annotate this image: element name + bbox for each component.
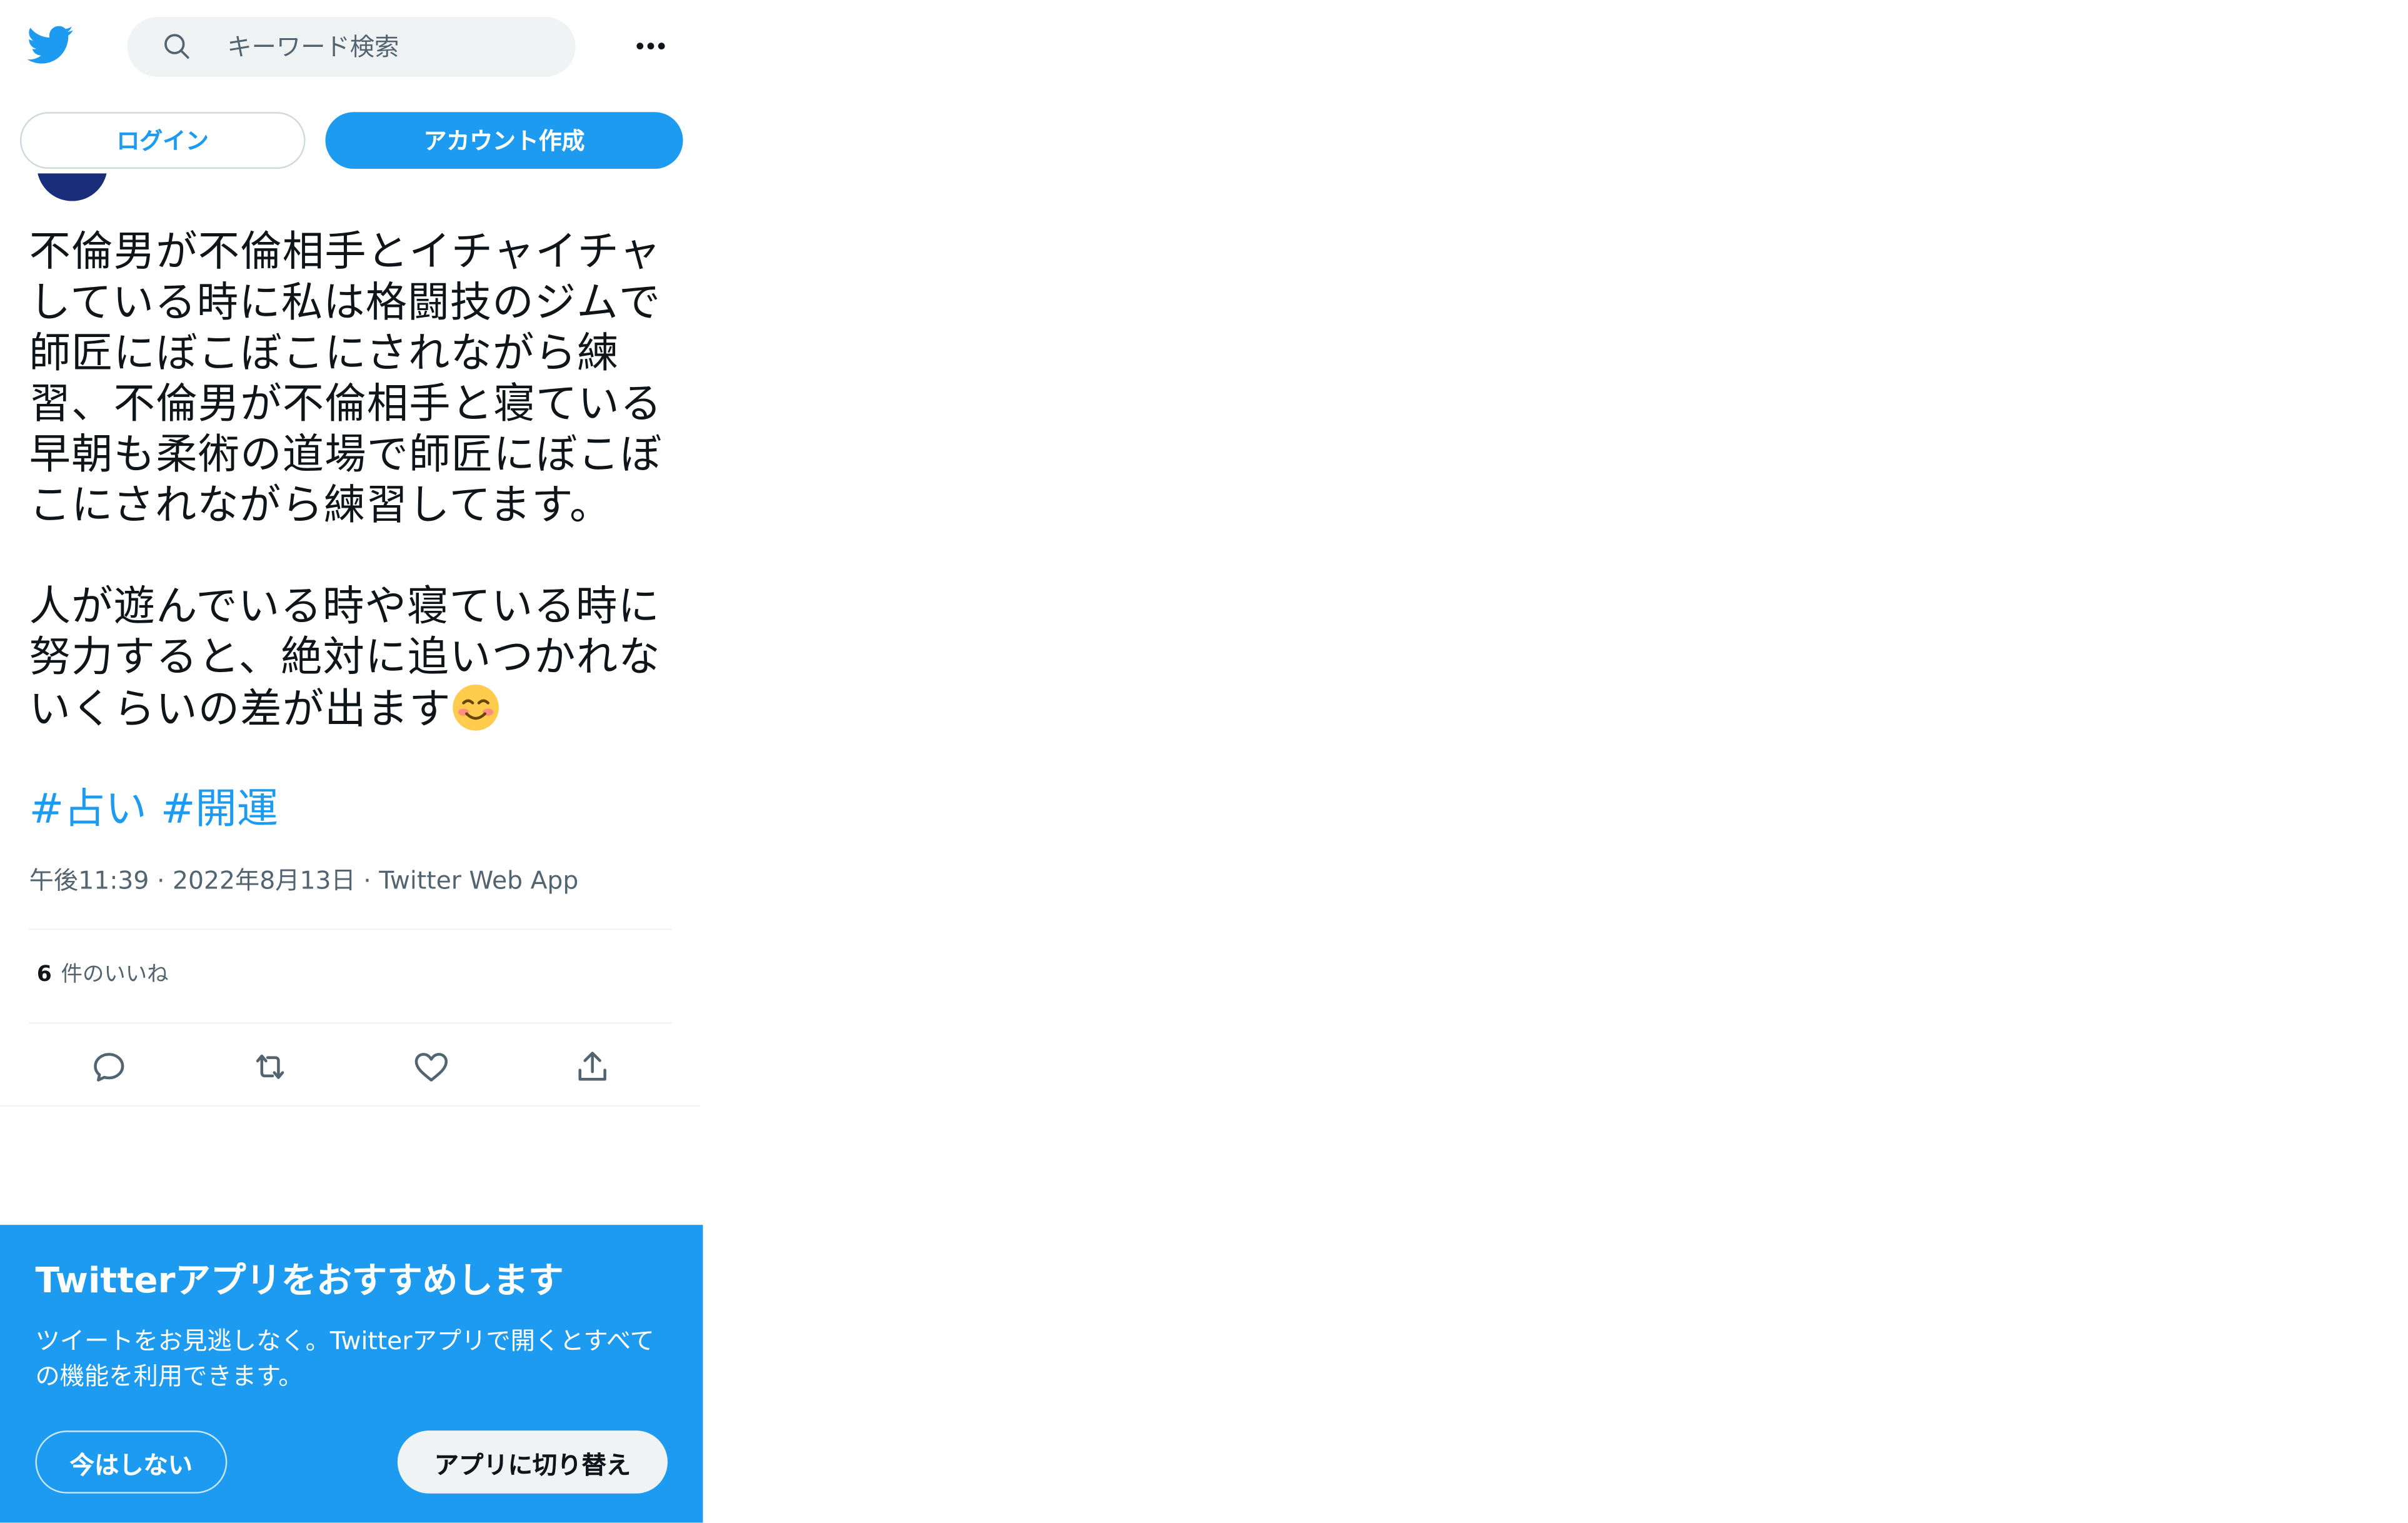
tweet-meta: 午後11:39 · 2022年8月13日 · Twitter Web App: [29, 864, 579, 898]
hashtag-link[interactable]: #開運: [161, 786, 278, 833]
banner-description: ツイートをお見逃しなく。Twitterアプリで開くとすべての機能を利用できます。: [35, 1326, 655, 1391]
divider: [29, 1022, 673, 1024]
tweet-source[interactable]: Twitter Web App: [379, 866, 578, 895]
likes-count[interactable]: 6 件のいいね: [37, 958, 169, 992]
search-icon: [164, 34, 189, 59]
likes-number: 6: [36, 962, 52, 987]
tweet-body: 不倫男が不倫相手とイチャイチャしている時に私は格闘技のジムで師匠にぼこぼこにされ…: [29, 228, 663, 734]
tweet-text: 不倫男が不倫相手とイチャイチャしている時に私は格闘技のジムで師匠にぼこぼこにされ…: [29, 227, 681, 735]
avatar[interactable]: [36, 173, 108, 201]
like-icon[interactable]: [411, 1047, 451, 1087]
smiling-face-emoji-icon: [453, 684, 499, 731]
more-icon[interactable]: [630, 29, 673, 63]
dismiss-button[interactable]: 今はしない: [35, 1430, 228, 1494]
tweet-date[interactable]: 2022年8月13日: [173, 866, 356, 895]
banner-title: Twitterアプリをおすすめします: [35, 1262, 564, 1302]
retweet-icon[interactable]: [250, 1047, 290, 1087]
meta-separator: ·: [363, 865, 371, 895]
app-promo-banner: Twitterアプリをおすすめします ツイートをお見逃しなく。Twitterアプ…: [0, 1225, 703, 1523]
reply-icon[interactable]: [89, 1047, 129, 1087]
switch-to-app-button[interactable]: アプリに切り替え: [397, 1430, 668, 1494]
divider: [29, 928, 673, 930]
likes-label: 件のいいね: [61, 962, 169, 987]
search-box[interactable]: キーワード検索: [127, 17, 576, 77]
search-input[interactable]: キーワード検索: [227, 31, 399, 63]
meta-separator: ·: [156, 865, 165, 895]
login-button[interactable]: ログイン: [19, 112, 306, 169]
viewport: キーワード検索 ログイン アカウント作成 不倫男が不倫相手とイチャイチャしている…: [0, 0, 2408, 1523]
signup-button[interactable]: アカウント作成: [325, 112, 683, 169]
hashtags: #占い #開運: [29, 785, 292, 835]
divider: [0, 1105, 700, 1107]
share-icon[interactable]: [573, 1047, 613, 1087]
hashtag-link[interactable]: #占い: [29, 786, 147, 833]
twitter-bird-icon[interactable]: [28, 21, 74, 68]
tweet-time[interactable]: 午後11:39: [29, 866, 149, 895]
